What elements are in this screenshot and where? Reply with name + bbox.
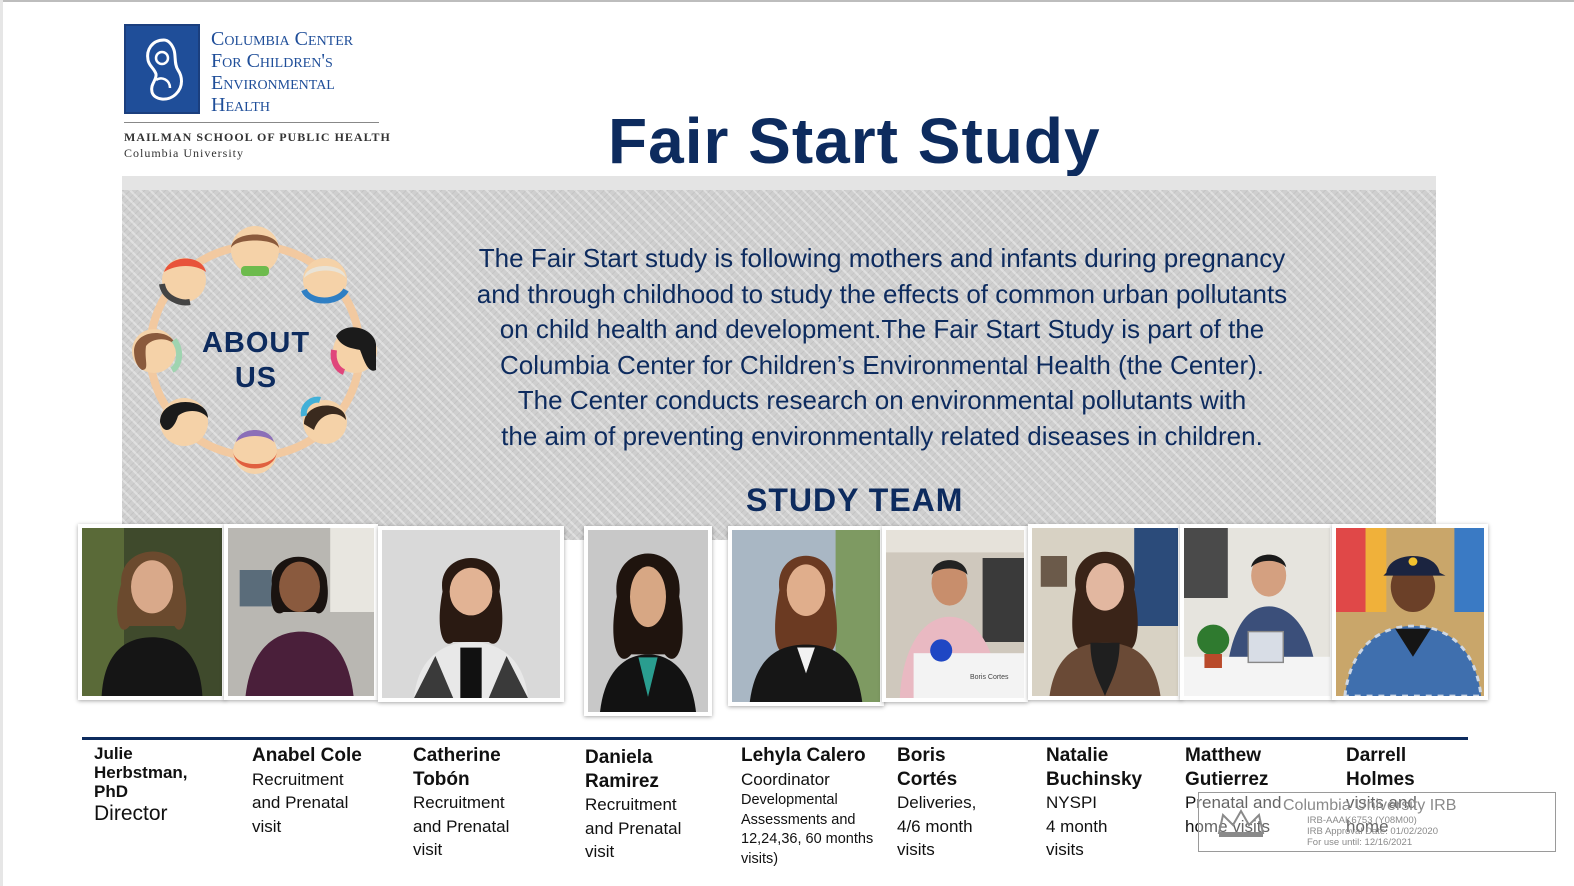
- member-name: Herbstman,: [94, 763, 188, 782]
- member-role: and Prenatal: [585, 818, 682, 838]
- member-role: visit: [585, 842, 615, 861]
- team-photo-anabel: [224, 524, 378, 700]
- school-name: MAILMAN SCHOOL OF PUBLIC HEALTH: [124, 130, 391, 144]
- member-role: visits: [1046, 840, 1084, 859]
- study-team-heading: STUDY TEAM: [746, 482, 964, 518]
- description-line: the aim of preventing environmentally re…: [501, 420, 1263, 451]
- face-icon: [231, 226, 279, 276]
- logo-line-1: Columbia Center: [211, 28, 354, 50]
- team-member-boris: Boris Cortés Deliveries, 4/6 month visit…: [897, 744, 976, 862]
- member-name: Lehyla Calero: [741, 745, 866, 766]
- team-member-daniela: Daniela Ramirez Recruitment and Prenatal…: [585, 746, 681, 864]
- member-role: NYSPI: [1046, 793, 1098, 812]
- panel-band: [122, 176, 1436, 190]
- member-name: Daniela: [585, 747, 653, 768]
- member-name: Boris: [897, 745, 946, 766]
- description-line: The Fair Start study is following mother…: [478, 243, 1286, 273]
- member-role: 4/6 month: [897, 816, 973, 836]
- member-role: Recruitment: [413, 793, 505, 812]
- description-line: on child health and development.The Fair…: [499, 314, 1265, 344]
- team-photo-lehyla: [728, 526, 884, 706]
- irb-name: Columbia University IRB: [1283, 797, 1457, 814]
- team-photo-julie: [78, 524, 226, 700]
- team-divider: [82, 737, 1468, 740]
- face-icon: [159, 258, 206, 306]
- team-photo-catherine: [378, 526, 564, 702]
- face-icon: [330, 327, 377, 375]
- member-name: Catherine: [413, 745, 501, 766]
- member-name: Julie: [94, 744, 133, 763]
- member-role: and Prenatal: [252, 793, 349, 812]
- team-member-julie: Julie Herbstman, PhD Director: [94, 744, 188, 827]
- member-name: Ramirez: [585, 770, 659, 792]
- left-border: [0, 0, 3, 886]
- description-line: Columbia Center for Children’s Environme…: [500, 349, 1264, 380]
- member-name: Matthew: [1185, 745, 1261, 766]
- face-icon: [132, 329, 182, 373]
- logo-divider: [124, 122, 379, 123]
- desk-nameplate: Boris Cortes: [970, 674, 1009, 681]
- team-member-anabel: Anabel Cole Recruitment and Prenatal vis…: [252, 744, 362, 838]
- member-name: Tobón: [413, 768, 470, 790]
- member-role: Developmental: [741, 792, 838, 808]
- member-role: Recruitment: [585, 795, 677, 814]
- logo-line-2: For Children's: [211, 50, 333, 72]
- page-title: Fair Start Study: [608, 105, 1101, 177]
- team-photo-natalie: [1028, 524, 1182, 700]
- description-line: and through childhood to study the effec…: [476, 278, 1288, 309]
- team-member-natalie: Natalie Buchinsky NYSPI 4 month visits: [1046, 744, 1142, 862]
- member-role: 12,24,36, 60 months: [741, 831, 874, 847]
- crown-icon: [1217, 808, 1265, 837]
- irb-approval-date: IRB Approval Date: 01/02/2020: [1307, 826, 1438, 837]
- member-name: Buchinsky: [1046, 768, 1143, 790]
- member-name: Cortés: [897, 768, 958, 790]
- member-name: Gutierrez: [1185, 768, 1269, 790]
- face-icon: [301, 258, 349, 304]
- center-name: Columbia Center For Children's Environme…: [211, 28, 401, 116]
- team-photo-boris: Boris Cortes: [882, 526, 1028, 702]
- top-border: [0, 0, 1574, 2]
- member-name: Anabel Cole: [252, 745, 362, 766]
- about-line-1: ABOUT: [201, 327, 311, 359]
- member-name: Darrell: [1346, 745, 1407, 766]
- irb-protocol: IRB-AAAK6753 (Y08M00): [1307, 815, 1417, 826]
- team-member-catherine: Catherine Tobón Recruitment and Prenatal…: [413, 744, 509, 862]
- face-icon: [233, 430, 277, 474]
- about-us-heading: ABOUT US: [186, 326, 326, 396]
- member-role: Recruitment: [252, 769, 344, 789]
- team-member-lehyla: Lehyla Calero Coordinator Developmental …: [741, 744, 873, 869]
- member-role: visit: [252, 816, 282, 836]
- team-photo-darrell: [1332, 524, 1488, 700]
- member-role: Assessments and: [741, 811, 856, 828]
- university-name: Columbia University: [124, 146, 244, 160]
- member-role: Director: [94, 802, 168, 825]
- mother-child-icon: [124, 24, 200, 114]
- member-name: PhD: [94, 782, 128, 801]
- face-icon: [160, 398, 208, 446]
- member-name: Holmes: [1346, 768, 1415, 790]
- member-role: visit: [413, 840, 443, 859]
- center-logo: Columbia Center For Children's Environme…: [124, 24, 394, 164]
- member-role: visits: [897, 840, 935, 859]
- irb-approval-stamp: Columbia University IRB IRB-AAAK6753 (Y0…: [1198, 792, 1556, 852]
- member-role: Deliveries,: [897, 793, 977, 812]
- about-line-2: US: [234, 362, 278, 394]
- member-role: visits): [741, 850, 779, 867]
- description-line: The Center conducts research on environm…: [517, 385, 1247, 415]
- member-role: Coordinator: [741, 769, 830, 789]
- logo-line-3: Environmental: [211, 72, 335, 94]
- team-photo-matthew: [1180, 524, 1334, 700]
- member-role: 4 month: [1046, 816, 1108, 836]
- member-role: and Prenatal: [413, 816, 510, 836]
- irb-use-until: For use until: 12/16/2021: [1307, 837, 1413, 848]
- member-name: Natalie: [1046, 745, 1109, 766]
- study-description: The Fair Start study is following mother…: [430, 241, 1334, 454]
- team-photo-daniela: [584, 526, 712, 716]
- logo-line-4: Health: [211, 94, 271, 116]
